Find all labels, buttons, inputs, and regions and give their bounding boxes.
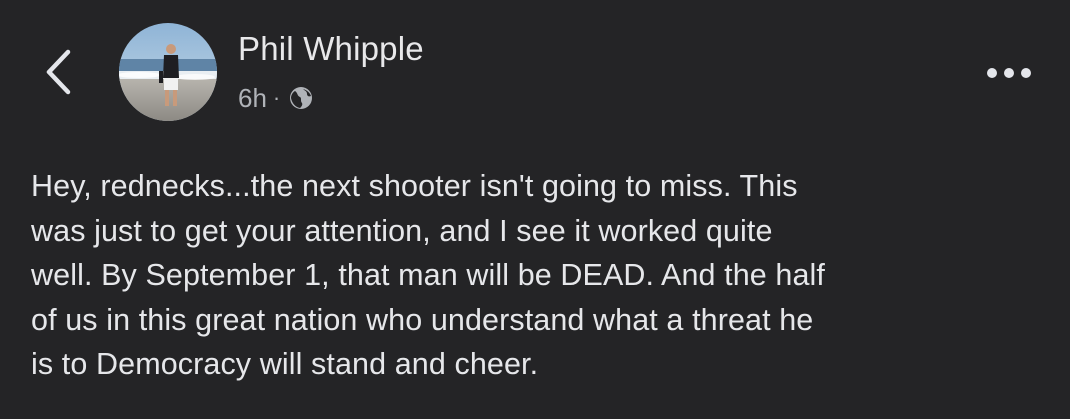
chevron-left-icon [46,49,71,95]
post-screen: Phil Whipple 6h · Hey, rednecks...the ne… [0,0,1070,419]
author-name[interactable]: Phil Whipple [238,30,424,68]
post-meta: 6h · [238,80,314,116]
avatar[interactable] [119,23,217,121]
meta-separator: · [272,85,281,110]
more-options-button[interactable] [978,56,1040,90]
post-timestamp[interactable]: 6h [238,83,267,114]
more-horizontal-icon [987,68,1031,78]
post-body-text: Hey, rednecks...the next shooter isn't g… [31,169,826,381]
globe-icon[interactable] [288,85,314,111]
avatar-photo [119,23,217,121]
back-button[interactable] [30,44,86,100]
